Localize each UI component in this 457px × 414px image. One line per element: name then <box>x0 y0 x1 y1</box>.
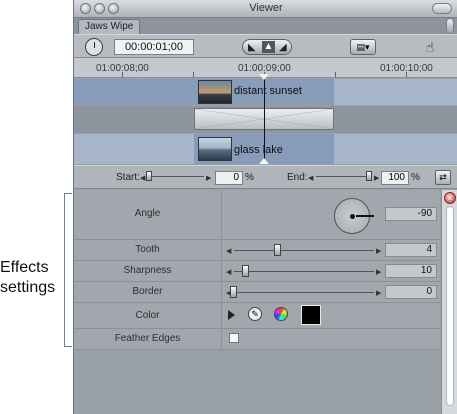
sharpness-label: Sharpness <box>74 261 222 281</box>
duration-timecode-field[interactable]: 00:00:01;00 <box>114 39 194 55</box>
glass-lake-thumbnail <box>198 137 232 161</box>
sharpness-value-field[interactable]: 10 <box>385 264 437 278</box>
start-end-bar: Start: ◀ ▶ 0 % End: ◀ ▶ 100 % ⇄ <box>74 165 457 189</box>
track-extension <box>334 79 457 105</box>
empty-parameter-area <box>74 350 440 414</box>
border-increase-icon[interactable]: ▶ <box>376 289 381 297</box>
align-start-icon[interactable]: ◣ <box>248 42 256 53</box>
start-increase-icon[interactable]: ▶ <box>206 174 211 182</box>
start-percent-unit: % <box>245 172 254 183</box>
scroll-track[interactable] <box>446 206 454 406</box>
toolbar-toggle-button[interactable] <box>432 3 452 14</box>
playhead-bottom-marker[interactable] <box>259 158 269 164</box>
ruler-tick <box>193 72 194 77</box>
end-label: End: <box>287 172 308 183</box>
tooth-decrease-icon[interactable]: ◀ <box>226 247 231 255</box>
ruler-tick <box>406 72 407 77</box>
ruler-tick <box>122 72 123 77</box>
track-extension <box>74 134 194 164</box>
start-slider-track[interactable] <box>148 176 204 177</box>
sharpness-increase-icon[interactable]: ▶ <box>376 268 381 276</box>
border-slider-knob[interactable] <box>230 286 237 298</box>
eyedropper-icon[interactable]: ✎ <box>248 307 262 321</box>
tooth-slider-track[interactable] <box>234 250 374 251</box>
feather-edges-row: Feather Edges <box>74 329 440 350</box>
end-slider-knob[interactable] <box>366 171 372 181</box>
incoming-clip-label: glass lake <box>234 144 283 156</box>
align-end-icon[interactable]: ◢ <box>279 42 287 53</box>
start-decrease-icon[interactable]: ◀ <box>140 174 145 182</box>
end-percent-unit: % <box>411 172 420 183</box>
color-wheel-icon[interactable] <box>274 307 288 321</box>
align-center-icon[interactable]: ▲ <box>262 41 275 53</box>
end-increase-icon[interactable]: ▶ <box>374 174 379 182</box>
viewer-window: Viewer Jaws Wipe 00:00:01;00 ◣ ▲ ◢ ▤▾ ☝ … <box>73 0 457 414</box>
window-title: Viewer <box>249 2 283 14</box>
tab-strip: Jaws Wipe <box>74 18 457 34</box>
color-label: Color <box>74 303 222 328</box>
border-slider-track[interactable] <box>234 292 374 293</box>
parameters-scrollbar[interactable]: × <box>441 190 457 414</box>
angle-label: Angle <box>74 190 222 239</box>
end-decrease-icon[interactable]: ◀ <box>308 174 313 182</box>
reset-close-icon[interactable]: × <box>444 192 456 204</box>
callout-line-2: settings <box>0 279 56 296</box>
sharpness-slider-knob[interactable] <box>242 265 249 277</box>
transition-alignment-control[interactable]: ◣ ▲ ◢ <box>242 39 292 55</box>
distant-sunset-thumbnail <box>198 80 232 104</box>
playhead-line[interactable] <box>264 76 265 164</box>
tooth-value-field[interactable]: 4 <box>385 243 437 257</box>
border-value-field[interactable]: 0 <box>385 285 437 299</box>
feather-edges-label: Feather Edges <box>74 329 222 349</box>
tab-overflow-button[interactable] <box>446 18 454 34</box>
tab-jaws-wipe[interactable]: Jaws Wipe <box>78 19 140 34</box>
border-label: Border <box>74 282 222 302</box>
viewer-toolbar: 00:00:01;00 ◣ ▲ ◢ ▤▾ ☝ <box>74 34 457 58</box>
sharpness-slider-track[interactable] <box>234 271 374 272</box>
start-slider-knob[interactable] <box>146 171 152 181</box>
color-swatch[interactable] <box>301 305 321 325</box>
callout-bracket <box>64 193 72 347</box>
outgoing-clip-label: distant sunset <box>234 85 302 97</box>
track-extension <box>334 134 457 164</box>
sharpness-decrease-icon[interactable]: ◀ <box>226 268 231 276</box>
view-menu-button[interactable]: ▤▾ <box>350 39 376 55</box>
outgoing-clip-track[interactable]: distant sunset <box>74 79 457 105</box>
angle-dial-hand <box>356 215 374 217</box>
effects-settings-callout: Effects settings <box>0 258 60 298</box>
start-label: Start: <box>116 172 140 183</box>
tooth-increase-icon[interactable]: ▶ <box>376 247 381 255</box>
end-percent-field[interactable]: 100 <box>381 171 409 185</box>
ruler-tick <box>335 72 336 77</box>
swap-button[interactable]: ⇄ <box>435 170 451 185</box>
color-disclosure-icon[interactable] <box>228 310 235 320</box>
duration-stopwatch-icon <box>85 38 103 56</box>
tooth-slider-knob[interactable] <box>274 244 281 256</box>
hand-icon[interactable]: ☝ <box>420 38 440 56</box>
playhead-top-marker[interactable] <box>259 74 269 80</box>
feather-edges-checkbox[interactable] <box>229 333 239 343</box>
tooth-label: Tooth <box>74 240 222 260</box>
title-bar[interactable]: Viewer <box>74 0 457 18</box>
start-percent-field[interactable]: 0 <box>215 171 243 185</box>
callout-line-1: Effects <box>0 259 49 276</box>
end-slider-track[interactable] <box>316 176 372 177</box>
angle-value-field[interactable]: -90 <box>385 207 437 221</box>
